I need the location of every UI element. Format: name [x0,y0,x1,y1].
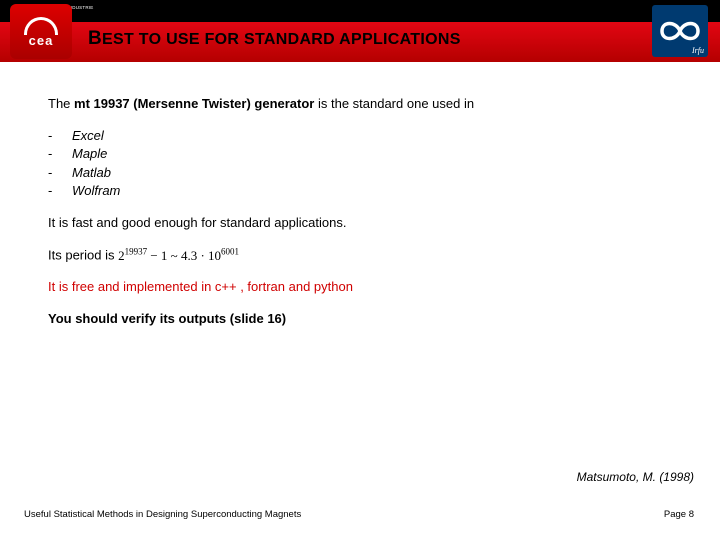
list-item: -Excel [48,127,680,145]
cea-logo-icon: cea [10,4,72,59]
intro-pre: The [48,96,74,111]
period-math: 219937 − 1 ~ 4.3 · 106001 [118,248,239,263]
intro-line: The mt 19937 (Mersenne Twister) generato… [48,95,680,113]
slide-body: The mt 19937 (Mersenne Twister) generato… [48,95,680,341]
page-number: Page 8 [664,509,694,520]
period-line: Its period is 219937 − 1 ~ 4.3 · 106001 [48,245,680,264]
fast-line: It is fast and good enough for standard … [48,214,680,232]
cea-logo-text: cea [29,33,54,48]
bullet-label: Maple [72,145,107,163]
irfu-logo-icon: Irfu [652,5,708,57]
bullet-label: Matlab [72,164,111,182]
period-pre: Its period is [48,248,118,263]
bullet-list: -Excel -Maple -Matlab -Wolfram [48,127,680,200]
title-rest: EST TO USE FOR STANDARD APPLICATIONS [102,31,461,48]
intro-bold: mt 19937 (Mersenne Twister) generator [74,96,314,111]
list-item: -Matlab [48,164,680,182]
list-item: -Wolfram [48,182,680,200]
verify-line: You should verify its outputs (slide 16) [48,310,680,328]
bullet-label: Excel [72,127,104,145]
dash-icon: - [48,164,72,182]
list-item: -Maple [48,145,680,163]
irfu-logo-text: Irfu [692,46,704,55]
footer-title: Useful Statistical Methods in Designing … [24,509,301,520]
header-black-bar [0,0,720,22]
dash-icon: - [48,182,72,200]
bullet-label: Wolfram [72,182,120,200]
dash-icon: - [48,145,72,163]
intro-post: is the standard one used in [314,96,474,111]
citation: Matsumoto, M. (1998) [577,470,694,484]
slide-title: BEST TO USE FOR STANDARD APPLICATIONS [88,28,461,50]
red-line: It is free and implemented in c++ , fort… [48,278,680,296]
dash-icon: - [48,127,72,145]
slide-header: DE LA RECHERCHE À L'INDUSTRIE cea Irfu B… [0,0,720,62]
title-lead: B [88,28,102,49]
